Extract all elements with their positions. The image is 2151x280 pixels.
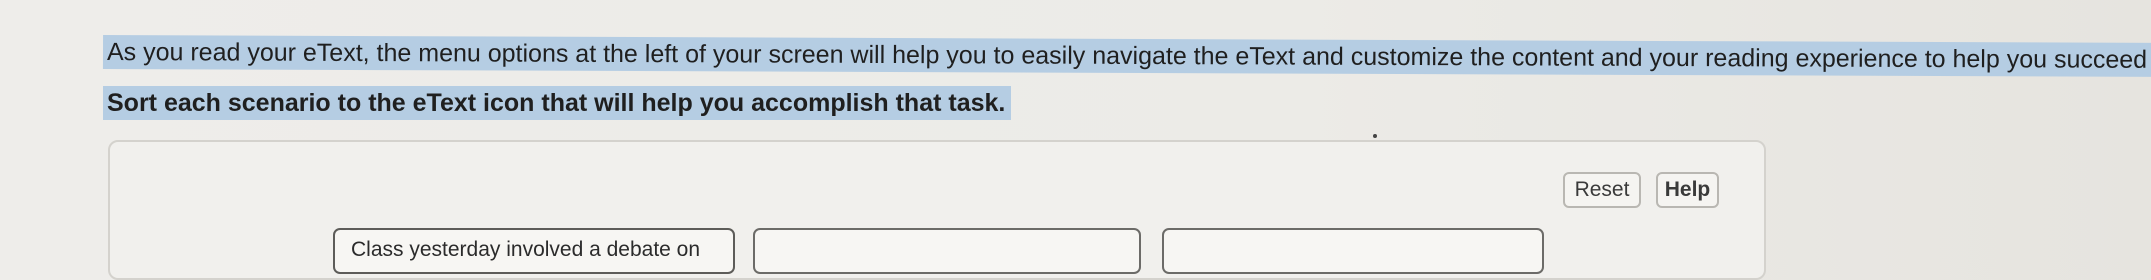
stray-dot (1373, 134, 1377, 138)
instruction-text: As you read your eText, the menu options… (102, 35, 2151, 77)
reset-button[interactable]: Reset (1563, 172, 1641, 208)
scenario-tile[interactable] (1162, 228, 1544, 274)
sort-instruction-text: Sort each scenario to the eText icon tha… (103, 86, 1012, 120)
scenario-tile[interactable]: Class yesterday involved a debate on (333, 228, 735, 274)
help-button[interactable]: Help (1656, 172, 1719, 208)
scenario-tile[interactable] (753, 228, 1141, 274)
